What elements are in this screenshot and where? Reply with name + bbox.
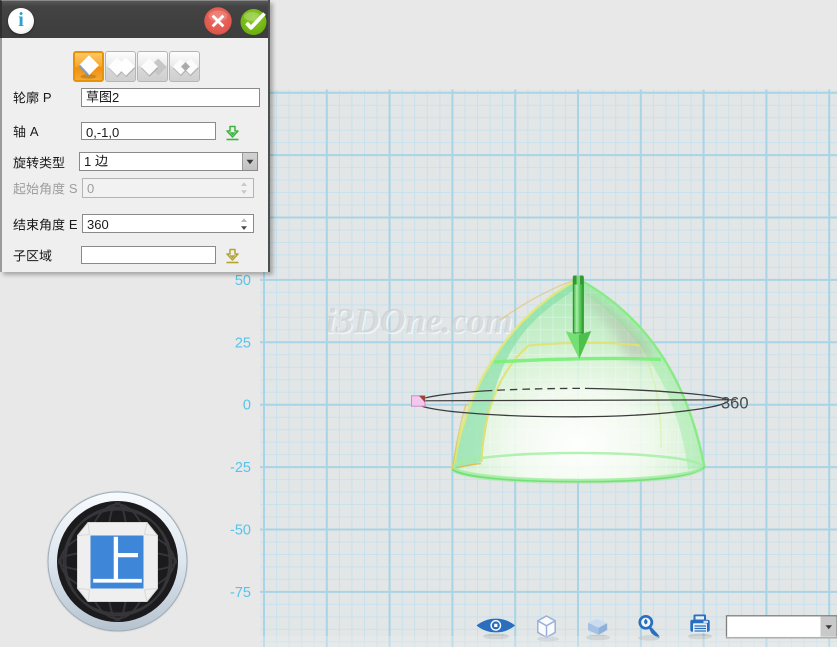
svg-text:-50: -50 [230, 523, 251, 539]
svg-text:i3DOne.com: i3DOne.com [326, 301, 513, 341]
svg-text:-25: -25 [230, 460, 251, 476]
svg-text:A: A [30, 124, 39, 139]
svg-text:360: 360 [721, 395, 749, 413]
svg-text:0: 0 [243, 398, 251, 414]
svg-text:E: E [69, 217, 78, 232]
svg-text:P: P [43, 90, 52, 105]
svg-text:25: 25 [235, 335, 251, 351]
svg-text:50: 50 [235, 273, 251, 289]
svg-text:S: S [69, 181, 78, 196]
svg-text:-75: -75 [230, 585, 251, 601]
